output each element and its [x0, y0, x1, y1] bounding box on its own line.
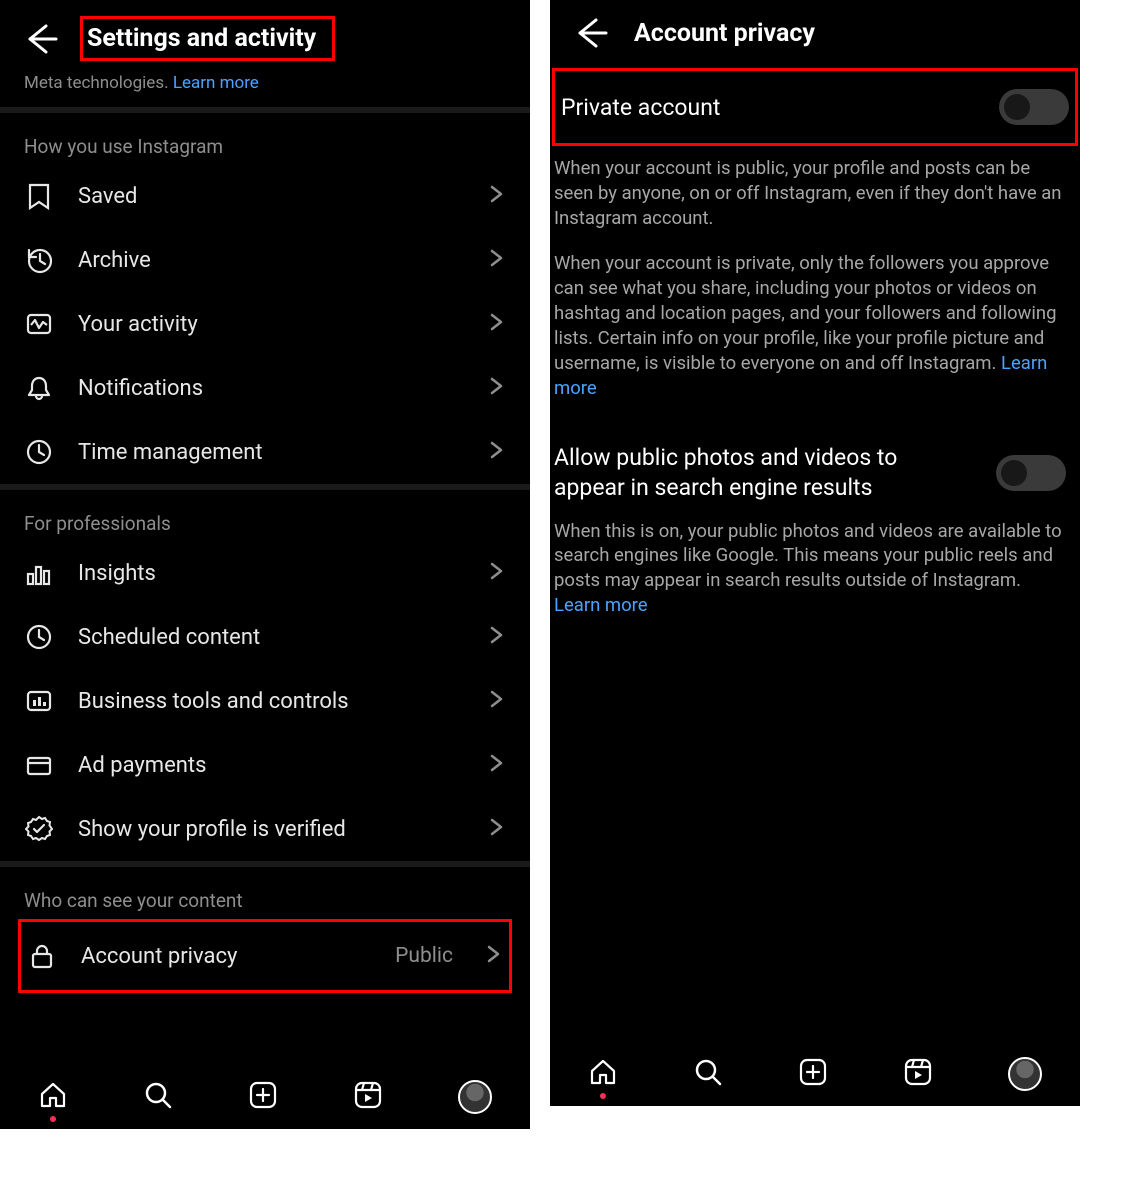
nav-reels[interactable] — [353, 1080, 383, 1114]
row-label: Saved — [78, 184, 464, 209]
row-label: Archive — [78, 248, 464, 273]
nav-create[interactable] — [248, 1080, 278, 1114]
row-value: Public — [395, 944, 453, 968]
row-label: Business tools and controls — [78, 689, 464, 714]
row-business-tools[interactable]: Business tools and controls — [0, 669, 530, 733]
nav-create[interactable] — [798, 1057, 828, 1091]
account-privacy-screen: Account privacy Private account When you… — [550, 0, 1080, 1106]
biztools-icon — [24, 686, 54, 716]
bookmark-icon — [24, 181, 54, 211]
row-label: Scheduled content — [78, 625, 464, 650]
private-account-description-2: When your account is private, only the f… — [552, 245, 1078, 415]
search-engine-row: Allow public photos and videos to appear… — [552, 415, 1078, 513]
page-title: Account privacy — [634, 19, 815, 48]
learn-more-link[interactable]: Learn more — [173, 73, 259, 93]
row-notifications[interactable]: Notifications — [0, 356, 530, 420]
search-engine-toggle[interactable] — [996, 455, 1066, 491]
activity-icon — [24, 309, 54, 339]
section-who-can-see: Who can see your content — [0, 867, 530, 918]
row-label: Insights — [78, 561, 464, 586]
private-account-row: Private account — [552, 68, 1078, 146]
search-engine-description: When this is on, your public photos and … — [552, 513, 1078, 633]
scheduled-icon — [24, 622, 54, 652]
nav-search[interactable] — [693, 1057, 723, 1091]
learn-more-link[interactable]: Learn more — [554, 594, 648, 616]
time-icon — [24, 437, 54, 467]
row-label: Show your profile is verified — [78, 817, 464, 842]
chevron-right-icon — [488, 185, 506, 207]
card-icon — [24, 750, 54, 780]
chevron-right-icon — [485, 945, 503, 967]
archive-icon — [24, 245, 54, 275]
row-label: Ad payments — [78, 753, 464, 778]
verified-icon — [24, 814, 54, 844]
back-button[interactable] — [574, 16, 608, 50]
row-scheduled-content[interactable]: Scheduled content — [0, 605, 530, 669]
section-for-professionals: For professionals — [0, 490, 530, 541]
chevron-right-icon — [488, 377, 506, 399]
bell-icon — [24, 373, 54, 403]
row-saved[interactable]: Saved — [0, 164, 530, 228]
row-time-management[interactable]: Time management — [0, 420, 530, 484]
row-verified[interactable]: Show your profile is verified — [0, 797, 530, 861]
nav-home[interactable] — [38, 1080, 68, 1114]
row-account-privacy[interactable]: Account privacy Public — [18, 919, 512, 993]
nav-reels[interactable] — [903, 1057, 933, 1091]
row-label: Account privacy — [81, 944, 371, 969]
private-account-label: Private account — [561, 94, 720, 121]
page-title: Settings and activity — [80, 16, 335, 61]
section-how-you-use: How you use Instagram — [0, 113, 530, 164]
row-insights[interactable]: Insights — [0, 541, 530, 605]
nav-profile[interactable] — [1008, 1057, 1042, 1091]
row-label: Your activity — [78, 312, 464, 337]
bottom-nav — [550, 1042, 1080, 1106]
chevron-right-icon — [488, 313, 506, 335]
row-label: Time management — [78, 440, 464, 465]
row-label: Notifications — [78, 376, 464, 401]
chevron-right-icon — [488, 690, 506, 712]
bottom-nav — [0, 1065, 530, 1129]
chevron-right-icon — [488, 441, 506, 463]
nav-home[interactable] — [588, 1057, 618, 1091]
nav-search[interactable] — [143, 1080, 173, 1114]
lock-icon — [27, 941, 57, 971]
chevron-right-icon — [488, 818, 506, 840]
private-account-description-1: When your account is public, your profil… — [552, 150, 1078, 245]
chevron-right-icon — [488, 754, 506, 776]
row-archive[interactable]: Archive — [0, 228, 530, 292]
nav-profile[interactable] — [458, 1080, 492, 1114]
chevron-right-icon — [488, 249, 506, 271]
settings-screen: Settings and activity Meta technologies.… — [0, 0, 530, 1129]
back-button[interactable] — [24, 22, 58, 56]
search-engine-label: Allow public photos and videos to appear… — [554, 443, 934, 503]
row-ad-payments[interactable]: Ad payments — [0, 733, 530, 797]
meta-text: Meta technologies. Learn more — [0, 69, 530, 107]
chevron-right-icon — [488, 626, 506, 648]
chevron-right-icon — [488, 562, 506, 584]
private-account-toggle[interactable] — [999, 89, 1069, 125]
insights-icon — [24, 558, 54, 588]
row-your-activity[interactable]: Your activity — [0, 292, 530, 356]
